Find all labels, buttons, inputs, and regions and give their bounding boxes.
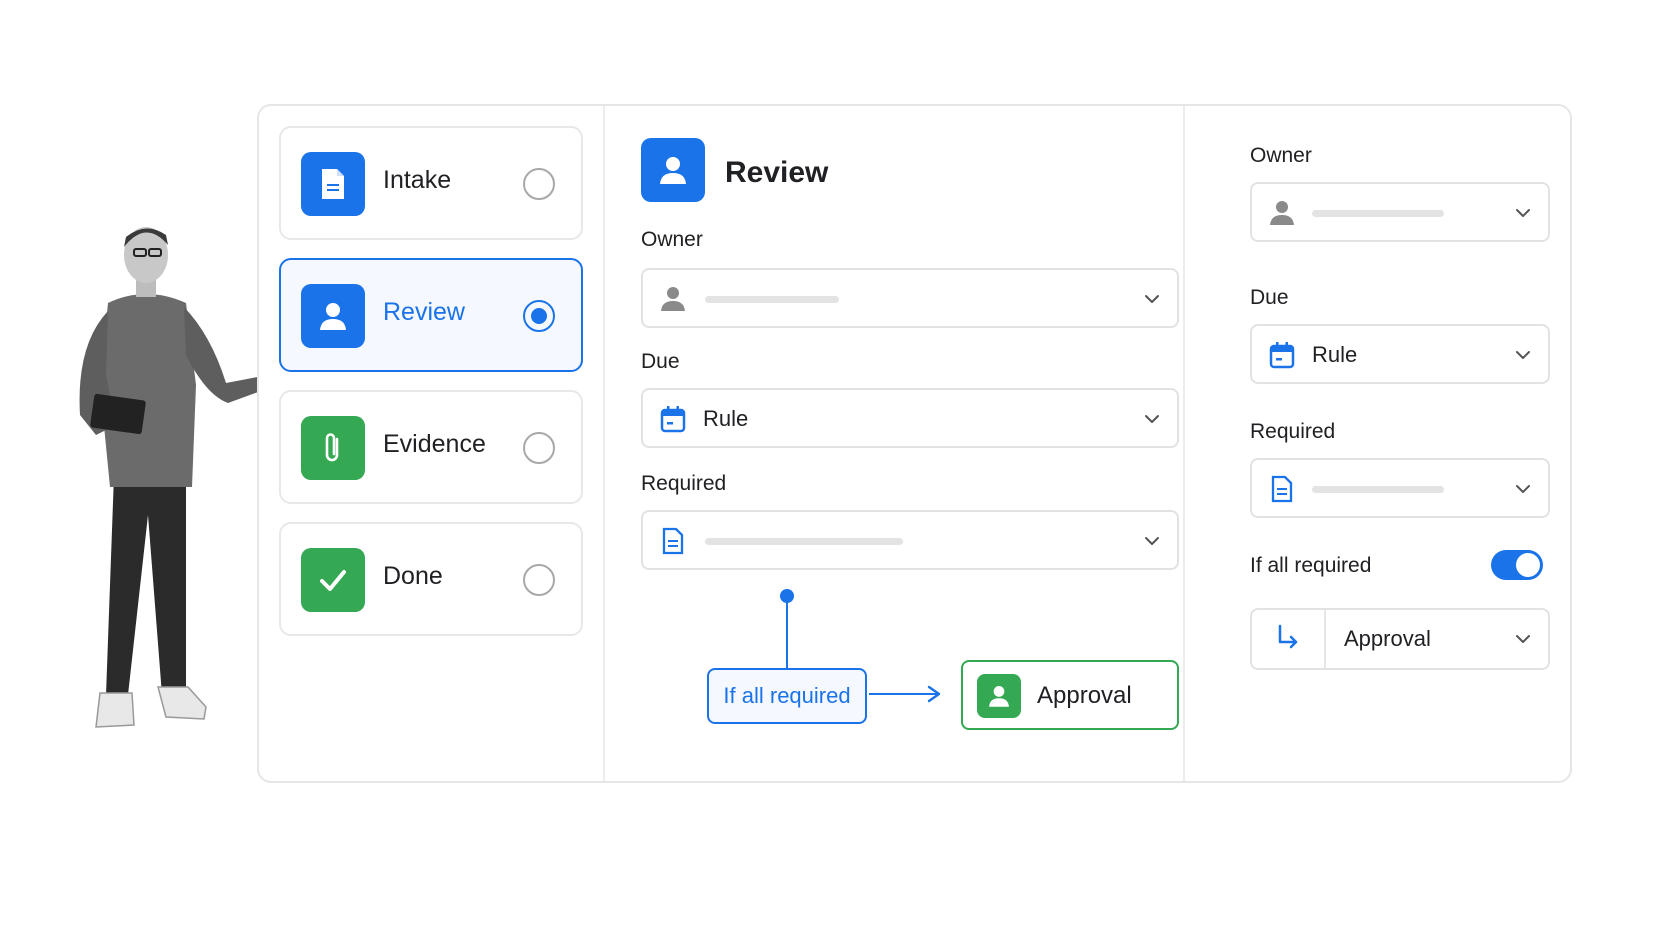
chevron-down-icon [1516,351,1530,359]
step-radio[interactable] [523,168,555,200]
document-icon [1271,475,1293,503]
required-placeholder [705,538,903,545]
route-value: Approval [1344,626,1431,651]
paperclip-icon [301,416,365,480]
route-select[interactable]: Approval [1250,608,1550,670]
approval-node[interactable]: Approval [961,660,1179,730]
step-label: Evidence [383,430,486,458]
required-label: Required [1250,420,1336,443]
route-separator [1324,610,1326,668]
owner-select-compact[interactable] [1250,182,1550,242]
required-select[interactable] [641,510,1179,570]
if-all-required-toggle[interactable] [1491,550,1543,580]
owner-placeholder [1312,210,1444,217]
required-label: Required [641,472,727,495]
person-icon [977,674,1021,718]
person-icon [641,138,705,202]
calendar-icon [660,406,686,433]
step-intake[interactable]: Intake [279,126,583,240]
owner-label: Owner [1250,144,1312,167]
step-evidence[interactable]: Evidence [279,390,583,504]
owner-placeholder [705,296,839,303]
step-label: Review [383,298,465,326]
required-placeholder [1312,486,1444,493]
step-done[interactable]: Done [279,522,583,636]
chevron-down-icon [1145,415,1159,423]
step-review[interactable]: Review [279,258,583,372]
column-divider [603,106,605,781]
route-arrow-icon [1278,624,1298,649]
document-icon [301,152,365,216]
chevron-down-icon [1145,537,1159,545]
detail-title: Review [725,156,829,189]
chevron-down-icon [1145,295,1159,303]
required-select-compact[interactable] [1250,458,1550,518]
person-icon [661,287,685,311]
owner-label: Owner [641,228,703,251]
workflow-editor: Intake Review Evidence Done Review Owner… [257,104,1572,783]
step-label: Intake [383,166,452,194]
step-radio[interactable] [523,432,555,464]
chevron-down-icon [1516,635,1530,643]
column-divider [1183,106,1185,781]
chevron-down-icon [1516,485,1530,493]
owner-select[interactable] [641,268,1179,328]
due-label: Due [641,350,680,373]
due-select[interactable]: Rule [641,388,1179,448]
checkmark-icon [301,548,365,612]
due-select-compact[interactable]: Rule [1250,324,1550,384]
document-icon [662,527,684,555]
condition-node[interactable]: If all required [707,668,867,724]
due-value: Rule [1312,342,1358,367]
due-value: Rule [703,406,749,431]
step-label: Done [383,562,443,590]
step-radio-selected[interactable] [523,300,555,332]
approval-label: Approval [1037,682,1132,709]
person-icon [301,284,365,348]
due-label: Due [1250,286,1289,309]
chevron-down-icon [1516,209,1530,217]
toggle-label: If all required [1250,554,1372,577]
person-icon [1270,201,1294,225]
calendar-icon [1269,342,1295,369]
step-radio[interactable] [523,564,555,596]
